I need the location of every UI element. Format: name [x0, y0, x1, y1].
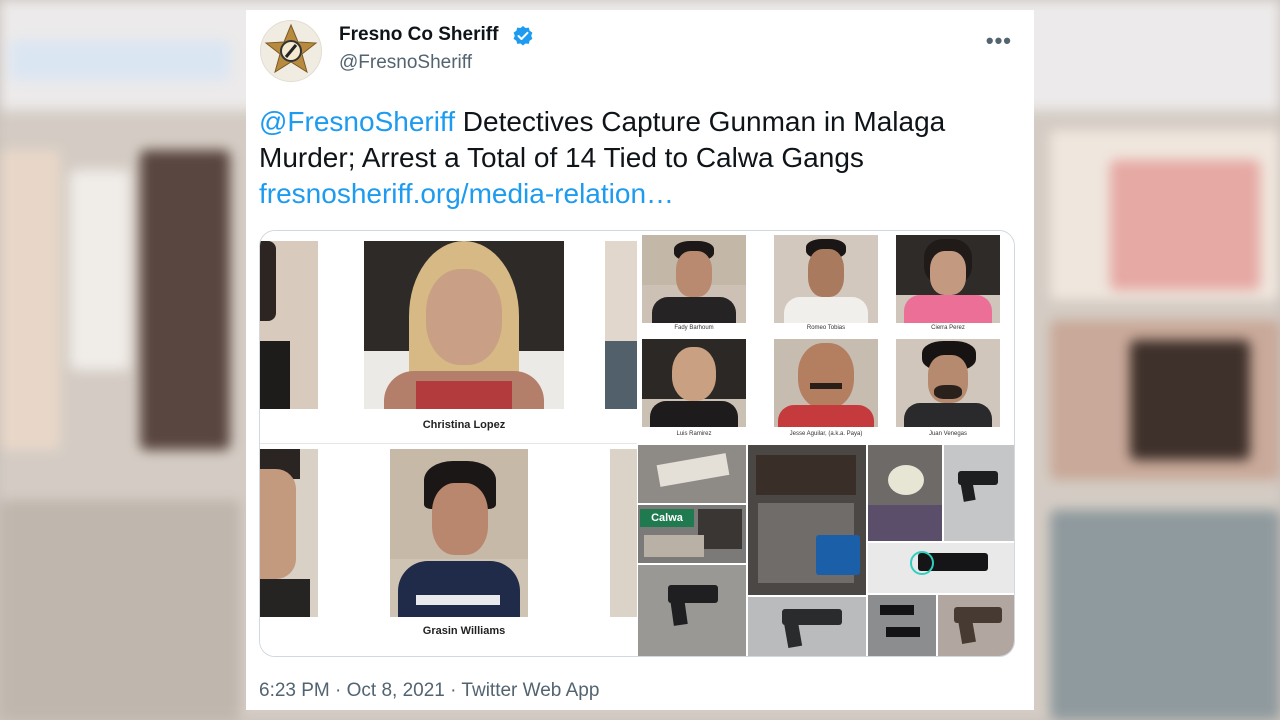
avatar[interactable] — [260, 20, 322, 82]
mugshot-photo — [774, 339, 878, 427]
mugshot-partial — [260, 241, 318, 409]
tweet-text: @FresnoSheriff Detectives Capture Gunman… — [259, 104, 999, 212]
evidence-photo — [944, 445, 1014, 541]
mugshot-partial — [605, 241, 638, 409]
mugshot-partial — [260, 449, 318, 617]
verified-badge-icon — [513, 26, 533, 46]
tweet-card[interactable]: Fresno Co Sheriff @FresnoSheriff ••• @Fr… — [246, 10, 1034, 710]
evidence-photo — [638, 445, 746, 503]
evidence-photo — [868, 595, 936, 656]
mugshot-photo — [364, 241, 564, 409]
mugshot-name: Jesse Aguilar, (a.k.a. Paya) — [789, 431, 863, 437]
evidence-photo: Calwa — [638, 505, 746, 563]
display-name[interactable]: Fresno Co Sheriff — [339, 24, 498, 46]
tweet-timestamp[interactable]: 6:23 PM · Oct 8, 2021 · Twitter Web App — [259, 680, 599, 702]
evidence-photo — [868, 445, 942, 541]
evidence-photo — [748, 445, 866, 595]
mugshot-photo — [896, 339, 1000, 427]
mugshot-name: Juan Venegas — [928, 431, 968, 437]
mugshot-name: Cierra Perez — [931, 325, 965, 331]
tweet-media[interactable]: Christina Lopez Grasin Williams Fady Bar… — [259, 230, 1015, 657]
mugshot-name: Christina Lopez — [422, 419, 506, 431]
mugshot-photo — [390, 449, 528, 617]
article-link[interactable]: fresnosheriff.org/media-relation… — [259, 178, 674, 209]
more-options-icon[interactable]: ••• — [986, 28, 1012, 54]
media-image-left[interactable]: Christina Lopez Grasin Williams — [260, 231, 638, 656]
mugshot-photo — [642, 339, 746, 427]
mention-link[interactable]: @FresnoSheriff — [259, 106, 455, 137]
handle[interactable]: @FresnoSheriff — [339, 52, 472, 74]
street-sign: Calwa — [640, 509, 694, 527]
evidence-photo — [748, 597, 866, 656]
mugshot-name: Romeo Tobias — [806, 325, 846, 331]
evidence-photo — [638, 565, 746, 656]
sheriff-star-icon — [264, 23, 318, 74]
mugshot-name: Luis Ramirez — [676, 431, 712, 437]
mugshot-photo — [774, 235, 878, 323]
mugshot-partial — [610, 449, 638, 617]
evidence-photo — [938, 595, 1014, 656]
mugshot-name: Grasin Williams — [422, 625, 506, 637]
evidence-photo — [868, 543, 1014, 593]
mugshot-name: Fady Barhoum — [674, 325, 714, 331]
media-image-right[interactable]: Fady Barhoum Romeo Tobias Cierra Perez L — [638, 231, 1014, 656]
mugshot-photo — [896, 235, 1000, 323]
mugshot-photo — [642, 235, 746, 323]
